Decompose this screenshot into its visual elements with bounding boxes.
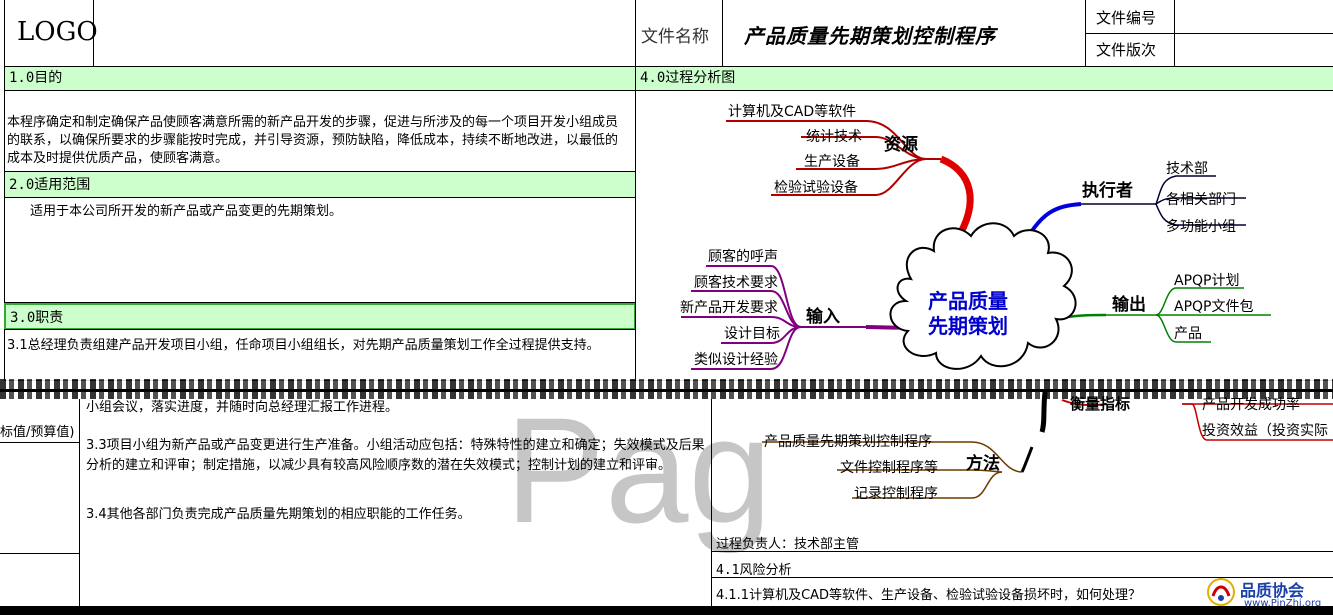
doc-title: 产品质量先期策划控制程序 xyxy=(744,24,996,48)
resource-item: 生产设备 xyxy=(804,153,860,170)
resource-item: 计算机及CAD等软件 xyxy=(728,103,856,120)
output-item: APQP文件包 xyxy=(1174,299,1253,315)
method-item: 记录控制程序 xyxy=(854,486,938,502)
section-3-3: 3.3项目小组为新产品或产品变更进行生产准备。小组活动应包括：特殊特性的建立和确… xyxy=(86,438,705,473)
input-item: 设计目标 xyxy=(724,326,780,342)
input-item: 顾客的呼声 xyxy=(708,248,778,265)
executor-item: 技术部 xyxy=(1166,161,1208,177)
section-3-1: 3.1总经理负责组建产品开发项目小组，任命项目小组组长，对先期产品质量策划工作全… xyxy=(7,338,600,353)
output-item: APQP计划 xyxy=(1174,273,1239,289)
input-item: 类似设计经验 xyxy=(694,352,778,368)
input-item: 新产品开发要求 xyxy=(680,300,778,316)
risk-title: 4.1风险分析 xyxy=(716,563,792,578)
resources-label: 资源 xyxy=(884,134,918,155)
executor-label: 执行者 xyxy=(1082,180,1133,201)
process-diagram: 资源 计算机及CAD等软件 统计技术 生产设备 检验试验设备 执行者 技术部 各… xyxy=(680,103,1271,370)
process-owner: 过程负责人：技术部主管 xyxy=(716,537,860,552)
doc-version-value[interactable] xyxy=(1174,33,1333,67)
measure-item: 产品开发成功率 xyxy=(1202,396,1300,413)
measure-item: 投资效益（投资实际 xyxy=(1202,423,1328,439)
section-1-title: 1.0目的 xyxy=(4,66,636,91)
resource-item: 统计技术 xyxy=(806,129,862,145)
section-1-body: 本程序确定和制定确保产品使顾客满意所需的新产品开发的步骤，促进与所涉及的每一个项… xyxy=(7,115,619,166)
doc-version-label: 文件版次 xyxy=(1096,41,1157,59)
method-item: 文件控制程序等 xyxy=(840,459,938,476)
section-4-title: 4.0过程分析图 xyxy=(635,66,1333,91)
section-3-4: 3.4其他各部门负责完成产品质量先期策划的相应职能的工作任务。 xyxy=(86,507,471,522)
method-label: 方法 xyxy=(966,453,1000,474)
brand-logo-icon xyxy=(1205,576,1237,608)
input-label: 输入 xyxy=(806,306,840,327)
section-3-title: 3.0职责 xyxy=(4,303,636,330)
executor-item: 各相关部门 xyxy=(1166,192,1236,208)
measure-label: 衡量指标 xyxy=(1070,395,1130,413)
logo: LOGO xyxy=(17,17,98,47)
doc-no-value[interactable] xyxy=(1174,0,1333,34)
doc-name-label: 文件名称 xyxy=(641,27,709,47)
bottom-bar xyxy=(0,606,1333,615)
risk-question: 4.1.1计算机及CAD等软件、生产设备、检验试验设备损坏时，如何处理？ xyxy=(716,588,1142,603)
center-title-line1: 产品质量 xyxy=(928,289,1008,313)
lower-left-rule xyxy=(0,442,80,443)
executor-item: 多功能小组 xyxy=(1166,218,1236,235)
output-item: 产品 xyxy=(1174,326,1202,342)
method-item: 产品质量先期策划控制程序 xyxy=(764,433,932,450)
lower-left-text: 标值/预算值) xyxy=(0,425,75,440)
logo-cell xyxy=(4,0,636,67)
center-title-line2: 先期策划 xyxy=(928,314,1008,338)
input-item: 顾客技术要求 xyxy=(694,274,778,291)
lower-diagram: 方法 产品质量先期策划控制程序 文件控制程序等 记录控制程序 衡量指标 产品开发… xyxy=(762,392,1333,502)
resource-item: 检验试验设备 xyxy=(774,179,858,196)
doc-no-label: 文件编号 xyxy=(1096,9,1157,27)
owner-rule xyxy=(711,551,1333,552)
section-2-title: 2.0适用范围 xyxy=(4,171,636,198)
lower-left-rule-2 xyxy=(0,553,80,554)
section-3-2-tail: 小组会议，落实进度，并随时向总经理汇报工作进程。 xyxy=(86,400,399,415)
section-2-body: 适用于本公司所开发的新产品或产品变更的先期策划。 xyxy=(30,204,343,219)
output-label: 输出 xyxy=(1112,294,1146,315)
